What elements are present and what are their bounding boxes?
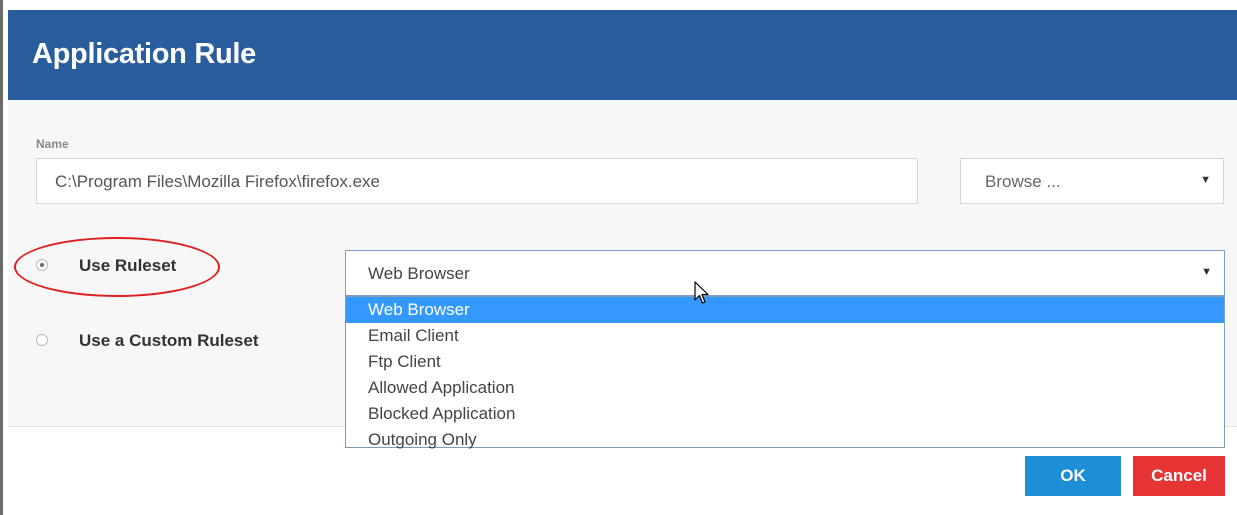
ruleset-option-web-browser[interactable]: Web Browser <box>346 297 1224 323</box>
chevron-down-icon: ▼ <box>1200 174 1211 186</box>
browse-dropdown[interactable]: Browse ... ▼ <box>960 158 1224 204</box>
window-left-border <box>0 0 3 515</box>
ruleset-dropdown[interactable]: Web Browser ▼ <box>345 250 1225 296</box>
use-custom-ruleset-radio[interactable] <box>36 334 48 346</box>
ruleset-options-list: Web Browser Email Client Ftp Client Allo… <box>345 296 1225 449</box>
ruleset-option-email-client[interactable]: Email Client <box>346 323 1224 349</box>
dialog-header: Application Rule <box>8 10 1237 100</box>
ruleset-option-outgoing-only[interactable]: Outgoing Only <box>346 427 1224 453</box>
mouse-pointer-icon <box>694 281 709 304</box>
use-custom-ruleset-label[interactable]: Use a Custom Ruleset <box>79 331 259 351</box>
name-input[interactable]: C:\Program Files\Mozilla Firefox\firefox… <box>36 158 918 204</box>
name-label: Name <box>36 137 69 151</box>
highlight-ring <box>14 237 220 297</box>
ok-button[interactable]: OK <box>1025 456 1121 496</box>
ruleset-option-allowed-application[interactable]: Allowed Application <box>346 375 1224 401</box>
cancel-button[interactable]: Cancel <box>1133 456 1225 496</box>
ruleset-selected-value: Web Browser <box>368 264 470 283</box>
browse-label: Browse ... <box>985 172 1061 191</box>
chevron-down-icon: ▼ <box>1201 266 1212 278</box>
dialog-title: Application Rule <box>32 38 256 70</box>
ruleset-option-blocked-application[interactable]: Blocked Application <box>346 401 1224 427</box>
ruleset-option-ftp-client[interactable]: Ftp Client <box>346 349 1224 375</box>
